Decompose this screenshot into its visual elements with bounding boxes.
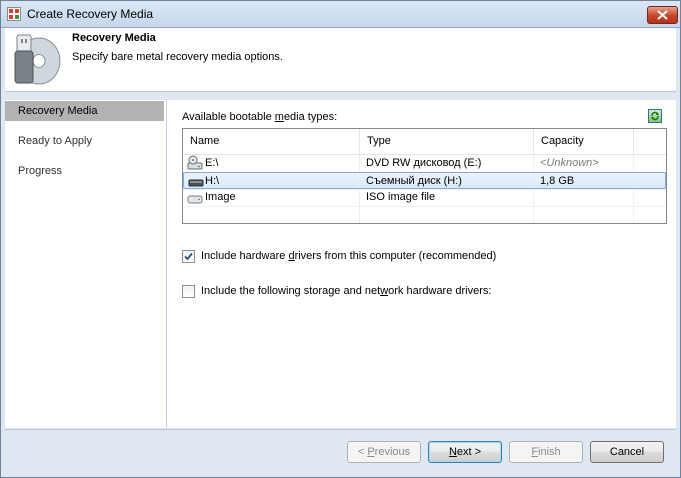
cell-capacity: 1,8 GB bbox=[540, 175, 575, 187]
title-bar[interactable]: Create Recovery Media bbox=[1, 1, 680, 28]
app-icon bbox=[7, 7, 21, 21]
finish-button[interactable]: Finish bbox=[509, 441, 583, 463]
cell-capacity: <Unknown> bbox=[540, 157, 599, 169]
close-icon bbox=[657, 10, 668, 20]
cell-name: Image bbox=[205, 191, 236, 203]
table-row-selected[interactable]: H:\ Съемный диск (H:) 1,8 GB bbox=[183, 172, 666, 189]
column-header-name[interactable]: Name bbox=[183, 129, 360, 154]
include-storage-checkbox[interactable] bbox=[182, 285, 195, 298]
cell-type: ISO image file bbox=[366, 191, 436, 203]
dvd-drive-icon bbox=[187, 155, 203, 170]
wizard-header: Recovery Media Specify bare metal recove… bbox=[5, 28, 676, 92]
page-subtitle: Specify bare metal recovery media option… bbox=[72, 51, 283, 63]
previous-button[interactable]: < Previous bbox=[347, 441, 421, 463]
dialog-window: Create Recovery Media Recovery Media Spe… bbox=[0, 0, 681, 478]
step-ready-to-apply[interactable]: Ready to Apply bbox=[5, 131, 164, 151]
include-drivers-label: Include hardware drivers from this compu… bbox=[201, 250, 497, 262]
cell-type: DVD RW дисковод (E:) bbox=[366, 157, 482, 169]
refresh-icon bbox=[651, 111, 659, 121]
table-row[interactable]: E:\ DVD RW дисковод (E:) <Unknown> bbox=[183, 155, 666, 172]
wizard-content: Available bootable media types: Name Typ… bbox=[167, 100, 676, 428]
cell-type: Съемный диск (H:) bbox=[366, 175, 462, 187]
include-drivers-checkbox[interactable] bbox=[182, 250, 195, 263]
iso-image-icon bbox=[187, 195, 203, 204]
next-button[interactable]: Next > bbox=[428, 441, 502, 463]
page-title: Recovery Media bbox=[72, 32, 156, 44]
include-storage-label: Include the following storage and networ… bbox=[201, 285, 492, 297]
recovery-media-icon bbox=[14, 34, 61, 85]
close-button[interactable] bbox=[647, 6, 678, 24]
table-row[interactable]: Image ISO image file bbox=[183, 189, 666, 206]
media-types-table[interactable]: Name Type Capacity E:\ DVD RW дисковод (… bbox=[182, 128, 667, 224]
column-header-capacity[interactable]: Capacity bbox=[534, 129, 634, 154]
cancel-button[interactable]: Cancel bbox=[590, 441, 664, 463]
refresh-button[interactable] bbox=[648, 109, 662, 123]
checkmark-icon bbox=[184, 252, 193, 261]
wizard-footer: < Previous Next > Finish Cancel bbox=[5, 429, 676, 474]
media-types-label: Available bootable media types: bbox=[182, 111, 338, 123]
wizard-steps: Recovery Media Ready to Apply Progress bbox=[5, 100, 167, 428]
step-progress[interactable]: Progress bbox=[5, 161, 164, 181]
cell-name: E:\ bbox=[205, 157, 219, 169]
removable-disk-icon bbox=[188, 179, 204, 187]
cell-name: H:\ bbox=[205, 175, 220, 187]
column-header-type[interactable]: Type bbox=[360, 129, 534, 154]
window-title: Create Recovery Media bbox=[27, 7, 154, 21]
table-header: Name Type Capacity bbox=[183, 129, 666, 155]
step-recovery-media[interactable]: Recovery Media bbox=[5, 101, 164, 121]
